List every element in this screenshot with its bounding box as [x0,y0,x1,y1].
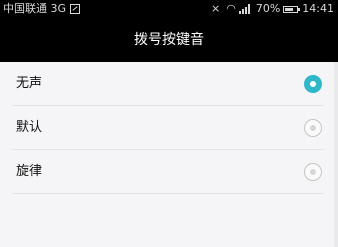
battery-percent: 70% [255,2,281,15]
title-bar: 拨号按键音 [0,18,338,62]
radio-button-icon[interactable] [304,163,322,181]
status-bar: 中国联通 3G ⨯ ◠ 70% 14:41 [0,0,338,18]
mute-icon: ⨯ [211,2,221,15]
radio-button-icon[interactable] [304,119,322,137]
option-label: 默认 [16,120,43,135]
options-list: 无声 默认 旋律 [0,62,338,194]
signal-icon [238,4,251,14]
option-default[interactable]: 默认 [0,106,338,150]
wifi-icon: ◠ [226,2,236,15]
battery-fill [285,7,294,11]
radio-button-icon[interactable] [304,75,322,93]
status-right: ⨯ ◠ 70% 14:41 [211,0,334,18]
option-label: 旋律 [16,164,43,179]
option-melody[interactable]: 旋律 [0,150,338,194]
page-title: 拨号按键音 [134,32,204,48]
clock: 14:41 [302,2,334,15]
battery-icon [283,5,301,13]
status-left: 中国联通 3G [3,0,81,18]
divider [12,193,324,194]
option-label: 无声 [16,76,43,91]
option-silent[interactable]: 无声 [0,62,338,106]
carrier-label: 中国联通 3G [3,2,67,15]
scroll-track [334,62,338,247]
sim-icon [70,4,81,14]
